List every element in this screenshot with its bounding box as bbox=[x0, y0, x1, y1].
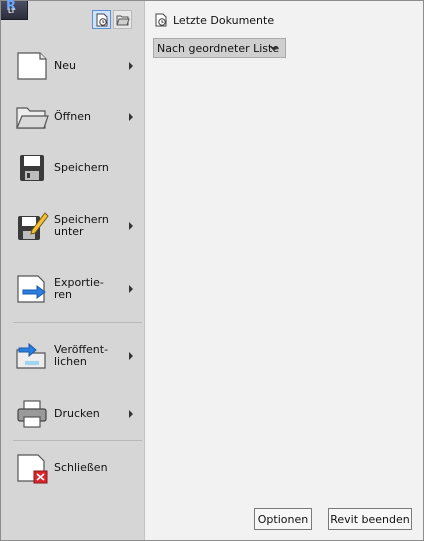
open-documents-icon bbox=[116, 15, 130, 26]
menu-item-label: Neu bbox=[54, 59, 76, 72]
menu-separator bbox=[13, 322, 142, 323]
recent-documents-icon bbox=[155, 13, 167, 27]
sort-order-value: Nach geordneter Liste bbox=[157, 42, 280, 55]
exit-revit-button[interactable]: Revit beenden bbox=[328, 508, 412, 530]
menu-item-save-as[interactable]: Speichern unter bbox=[13, 206, 139, 246]
recent-documents-icon bbox=[96, 13, 108, 27]
menu-item-label: Schließen bbox=[54, 461, 108, 474]
sort-order-dropdown[interactable]: Nach geordneter Liste bbox=[153, 38, 286, 58]
menu-item-label: Exportie- ren bbox=[54, 276, 104, 301]
menu-item-save[interactable]: Speichern bbox=[13, 148, 139, 188]
save-icon bbox=[20, 155, 44, 181]
print-icon bbox=[17, 400, 47, 428]
submenu-arrow-icon bbox=[129, 222, 133, 230]
menu-item-open[interactable]: Öffnen bbox=[13, 97, 139, 137]
menu-item-print[interactable]: Drucken bbox=[13, 394, 139, 434]
open-documents-toggle[interactable] bbox=[113, 10, 132, 29]
submenu-arrow-icon bbox=[129, 285, 133, 293]
open-folder-icon bbox=[16, 107, 49, 129]
menu-item-export[interactable]: Exportie- ren bbox=[13, 269, 139, 309]
recent-documents-toggle[interactable] bbox=[92, 10, 111, 29]
menu-item-label: Speichern unter bbox=[54, 213, 109, 238]
save-as-icon bbox=[18, 212, 49, 240]
menu-item-new[interactable]: Neu bbox=[13, 46, 139, 86]
menu-item-publish[interactable]: Veröffent- lichen bbox=[13, 336, 139, 376]
publish-icon bbox=[16, 342, 46, 369]
submenu-arrow-icon bbox=[129, 62, 133, 70]
submenu-arrow-icon bbox=[129, 410, 133, 418]
close-document-icon bbox=[17, 454, 48, 484]
menu-item-label: Veröffent- lichen bbox=[54, 343, 109, 368]
menu-item-label: Öffnen bbox=[54, 110, 91, 123]
chevron-down-icon bbox=[270, 47, 278, 51]
logo-edition: LT bbox=[8, 8, 15, 15]
menu-separator bbox=[13, 440, 142, 441]
recent-documents-title: Letzte Dokumente bbox=[173, 14, 275, 27]
submenu-arrow-icon bbox=[129, 352, 133, 360]
new-document-icon bbox=[17, 52, 47, 80]
menu-item-close[interactable]: Schließen bbox=[13, 448, 139, 488]
options-button[interactable]: Optionen bbox=[254, 508, 312, 530]
menu-item-label: Speichern bbox=[54, 161, 109, 174]
menu-item-label: Drucken bbox=[54, 407, 100, 420]
submenu-arrow-icon bbox=[129, 113, 133, 121]
app-logo[interactable]: R LT bbox=[1, 0, 28, 20]
application-menu: R LT Neu Öffnen Speichern Speichern unte… bbox=[0, 0, 424, 541]
menu-sidebar: R LT Neu Öffnen Speichern Speichern unte… bbox=[1, 0, 145, 540]
export-icon bbox=[17, 275, 46, 303]
